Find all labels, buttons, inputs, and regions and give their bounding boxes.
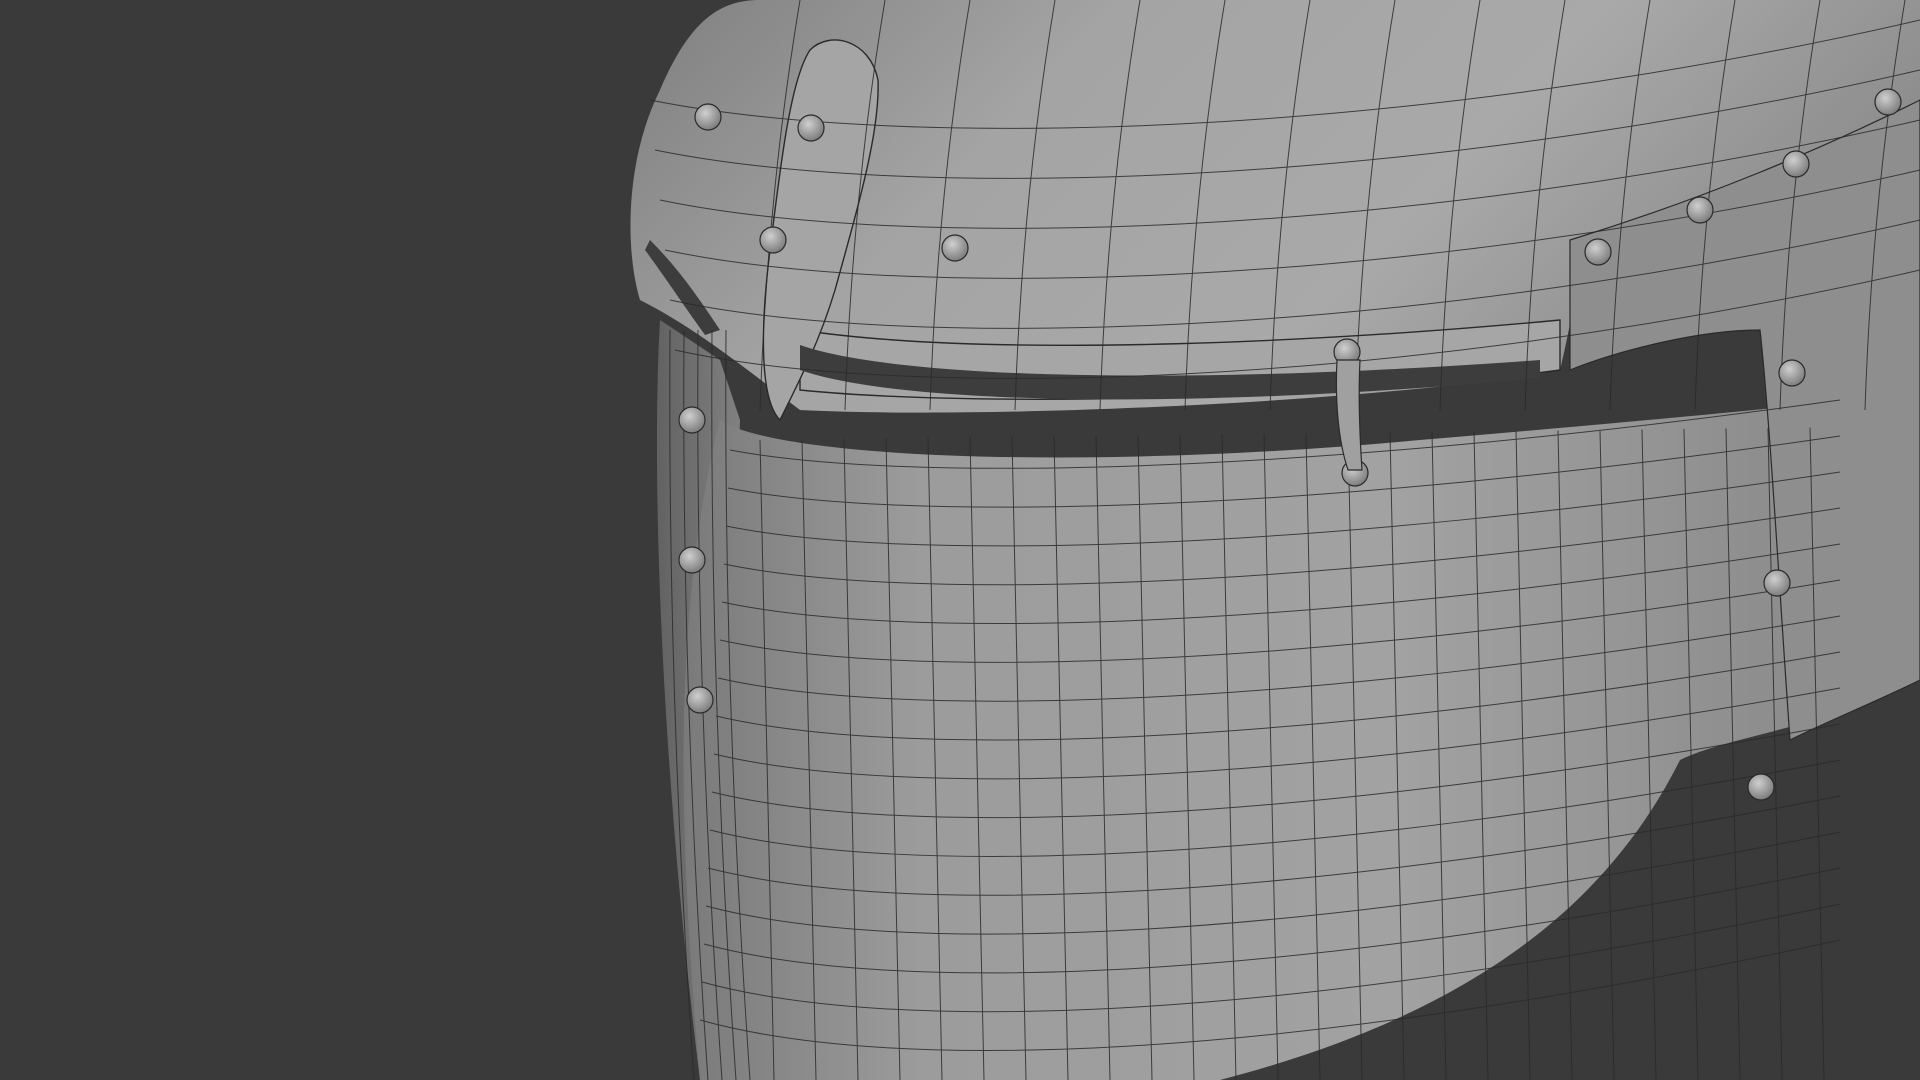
- helmet-render[interactable]: [0, 0, 1920, 1080]
- rivet: [1874, 88, 1902, 116]
- rivet: [694, 103, 722, 131]
- rivet: [1778, 359, 1806, 387]
- rivet: [1584, 238, 1612, 266]
- rivet: [678, 546, 706, 574]
- rivet: [797, 114, 825, 142]
- rivet: [941, 234, 969, 262]
- rivet: [1747, 773, 1775, 801]
- rivet: [1763, 569, 1791, 597]
- 3d-viewport[interactable]: [0, 0, 1920, 1080]
- rivet: [678, 406, 706, 434]
- rivet: [686, 686, 714, 714]
- rivet: [1686, 196, 1714, 224]
- rivet: [759, 226, 787, 254]
- rivet: [1782, 150, 1810, 178]
